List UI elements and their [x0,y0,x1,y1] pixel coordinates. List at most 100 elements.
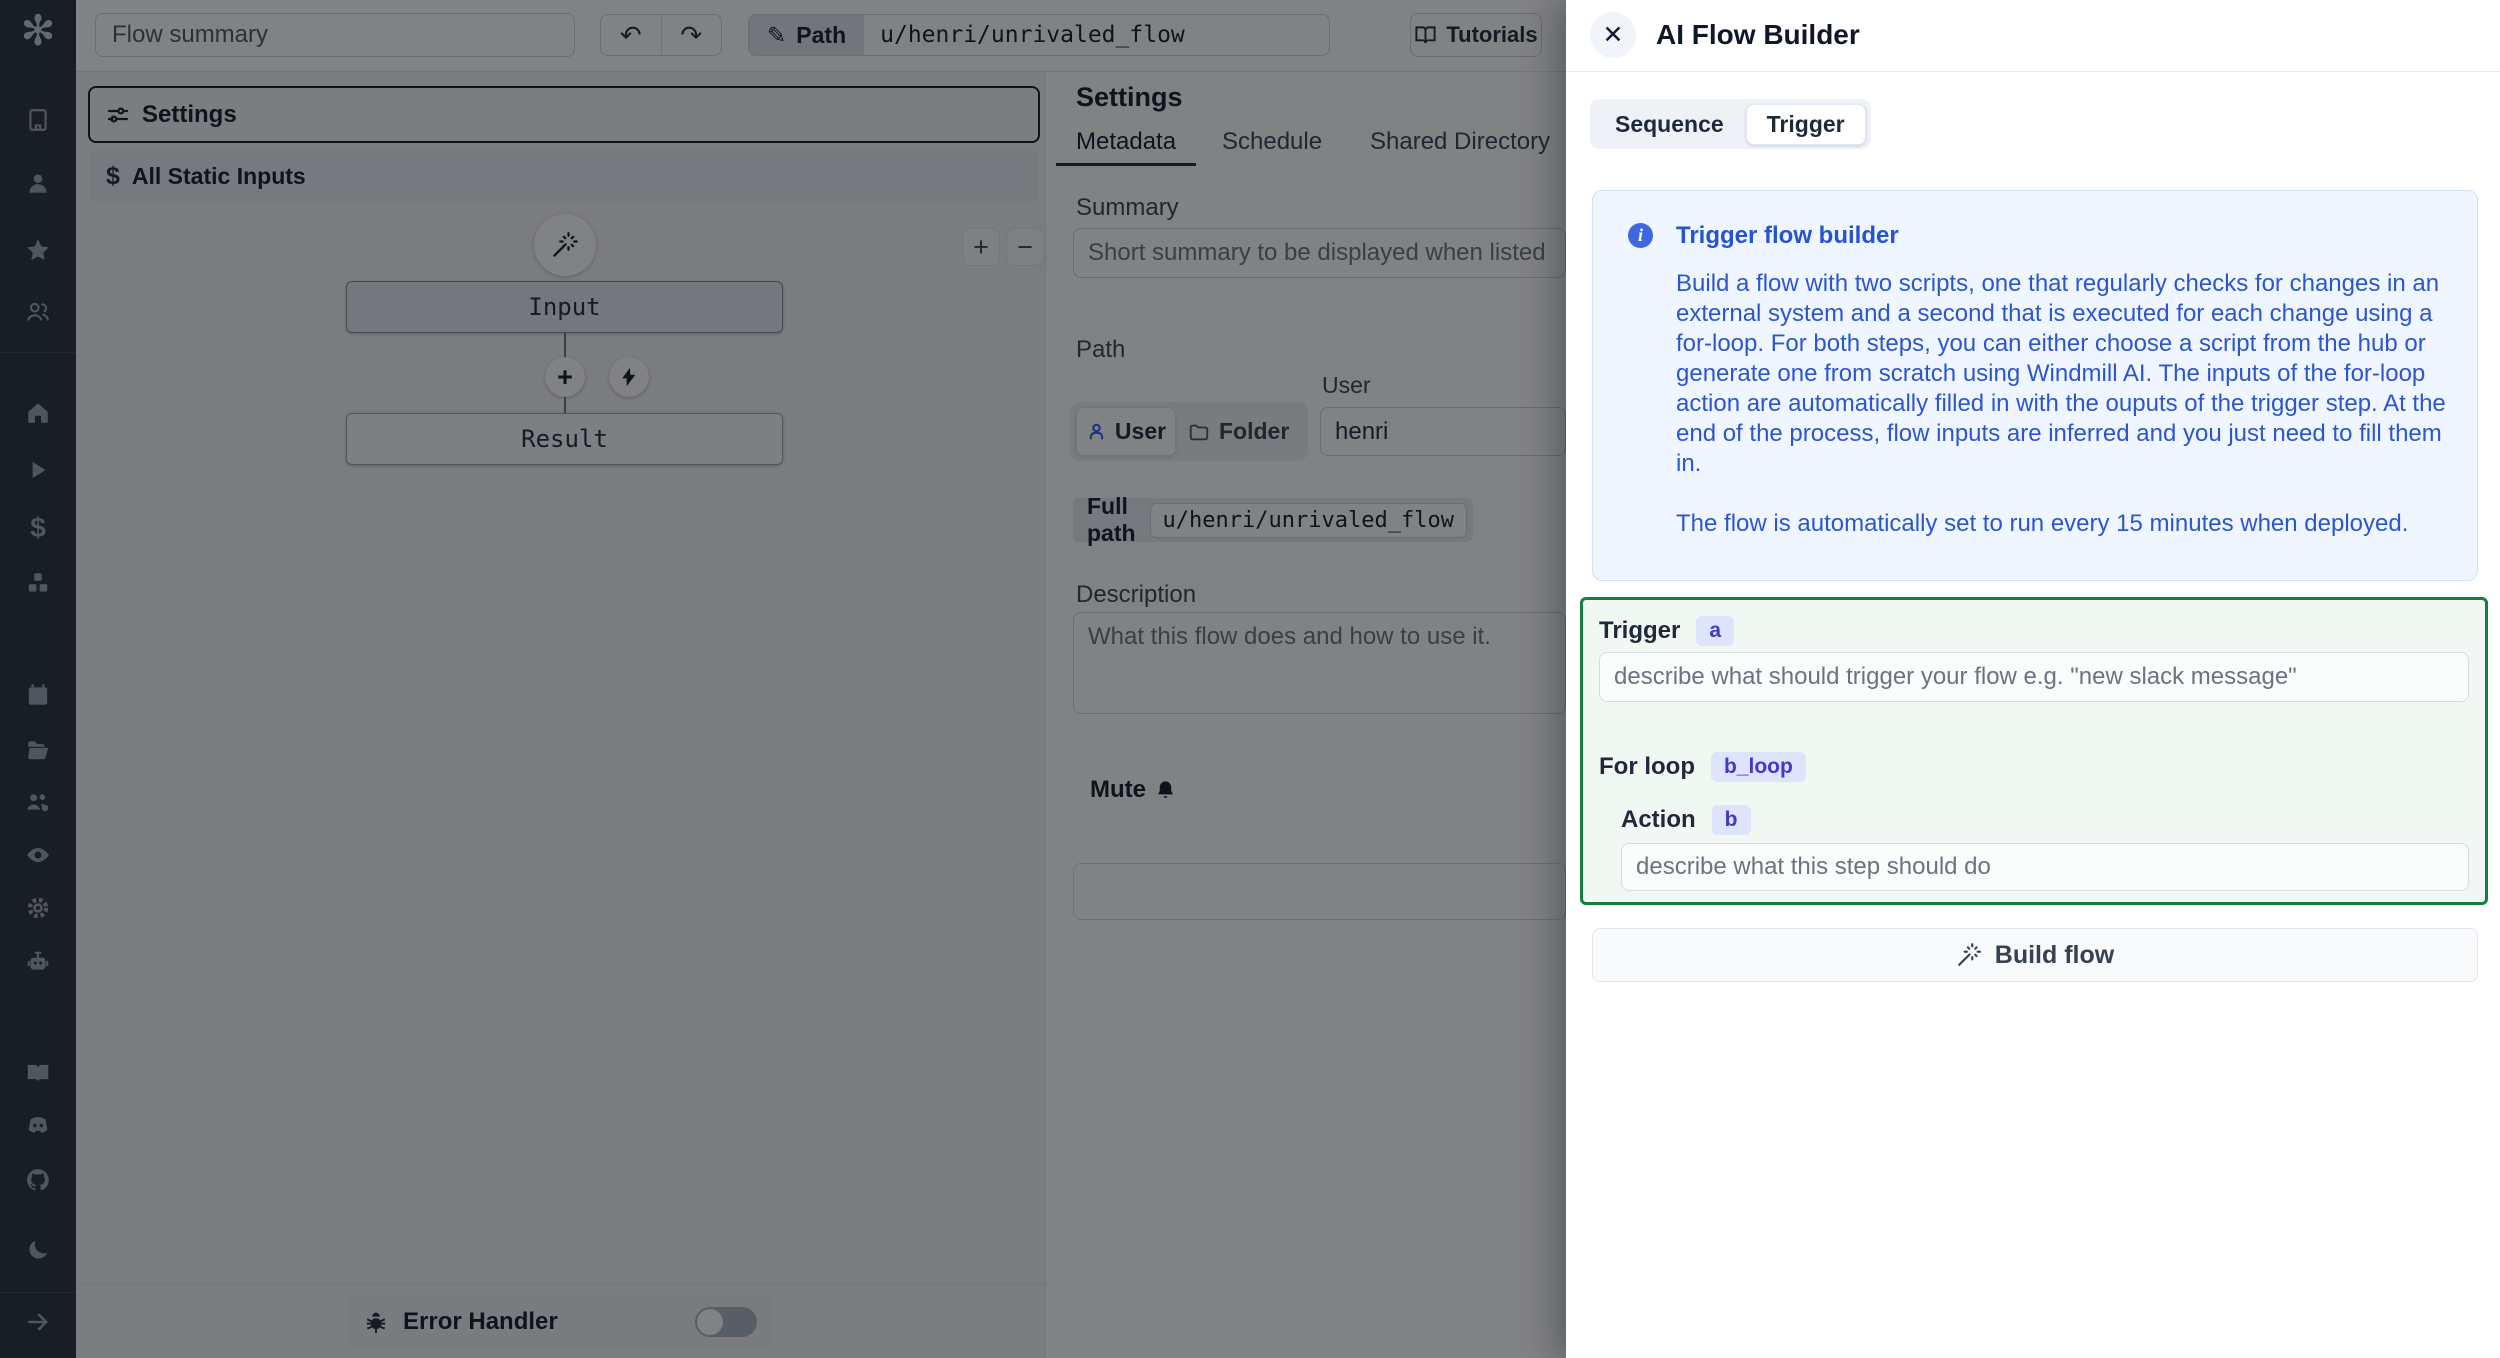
folder-toggle-label: Folder [1219,418,1290,444]
action-step-badge: b [1711,805,1751,835]
dark-mode-moon-icon[interactable] [25,1237,51,1263]
description-textarea[interactable] [1073,612,1566,714]
bug-icon [366,1312,386,1333]
undo-redo-group: ↶ ↷ [600,14,722,56]
ai-panel-title: AI Flow Builder [1656,19,1860,50]
ai-flow-builder-panel: ✕ AI Flow Builder Sequence Trigger i Tri… [1566,0,2500,1358]
resources-boxes-icon[interactable] [25,570,51,596]
discord-icon[interactable] [25,1112,51,1138]
info-body: Build a flow with two scripts, one that … [1676,269,2458,569]
add-step-button[interactable]: + [545,357,585,397]
error-handler-toggle[interactable] [695,1307,757,1337]
forloop-step-label: For loop [1599,753,1695,780]
owner-kind-user-button[interactable]: User [1076,407,1176,456]
settings-step-label: Settings [142,100,237,128]
plus-icon: + [557,361,573,392]
sidebar-divider [0,1292,76,1293]
action-description-input[interactable] [1621,843,2469,891]
flow-summary-input[interactable] [95,13,575,57]
full-path-value: u/henri/unrivaled_flow [1149,502,1467,538]
toggle-knob [697,1309,723,1335]
result-node[interactable]: Result [346,413,783,465]
path-group: ✎ Path u/henri/unrivaled_flow [748,14,1330,56]
description-label: Description [1076,581,1197,608]
owner-kind-folder-button[interactable]: Folder [1188,407,1289,456]
windmill-flow-editor: ✻ $ Flow summary ↶ ↷ ✎ Path u/henri/unri… [0,0,2500,1358]
home-icon[interactable] [25,400,51,426]
summary-input[interactable] [1073,228,1566,278]
tab-sequence[interactable]: Sequence [1595,105,1744,144]
github-icon[interactable] [25,1167,51,1193]
flow-footer-divider [76,1284,1046,1285]
sliders-icon [107,106,129,123]
person-icon [1089,423,1104,440]
flow-settings-step-button[interactable]: Settings [88,86,1040,143]
user-toggle-label: User [1114,418,1167,444]
magic-wand-icon [553,232,578,257]
sidebar: ✻ $ [0,0,76,1358]
input-node[interactable]: Input [346,281,783,333]
collapse-arrow-icon[interactable] [25,1309,51,1335]
edit-path-button[interactable]: ✎ Path [749,15,865,55]
trigger-step-badge: a [1696,616,1735,646]
audit-eye-icon[interactable] [25,842,51,868]
path-section-label: Path [1076,336,1126,363]
docs-book-icon[interactable] [25,1060,51,1086]
trigger-bolt-button[interactable] [609,357,649,397]
workers-users-gear-icon[interactable] [25,789,51,815]
zoom-out-button[interactable]: − [1006,228,1044,266]
info-paragraph-1: Build a flow with two scripts, one that … [1676,270,2446,477]
workspace-icon[interactable] [25,107,51,133]
trigger-description-input[interactable] [1599,652,2469,702]
panel-divider [1566,71,2500,72]
close-icon[interactable]: ✕ [1590,12,1636,58]
mute-label: Mute [1090,776,1146,803]
owner-input[interactable] [1320,407,1566,456]
trigger-info-box: i Trigger flow builder Build a flow with… [1592,190,2478,581]
bell-icon [1158,780,1173,798]
tab-trigger[interactable]: Trigger [1745,103,1866,145]
tutorials-label: Tutorials [1446,22,1538,47]
magic-wand-icon [1957,943,1981,966]
variables-dollar-icon[interactable]: $ [25,512,51,543]
info-title: Trigger flow builder [1676,222,1899,249]
pencil-icon: ✎ [767,21,787,48]
zoom-in-button[interactable]: + [962,228,1000,266]
build-flow-label: Build flow [1994,940,2115,969]
book-icon [1415,25,1436,43]
extra-settings-input[interactable] [1073,863,1566,920]
lightning-icon [622,367,636,387]
folders-icon[interactable] [25,737,51,763]
error-handler-label: Error Handler [403,1308,558,1335]
windmill-logo-icon[interactable]: ✻ [0,10,76,52]
path-chip-label: Path [796,21,847,48]
settings-panel-title: Settings [1076,82,1183,112]
path-value: u/henri/unrivaled_flow [880,22,1185,48]
build-flow-button[interactable]: Build flow [1592,928,2478,982]
schedules-calendar-icon[interactable] [25,682,51,708]
undo-icon[interactable]: ↶ [601,15,661,55]
error-handler-row: Error Handler [347,1295,773,1349]
folder-icon [1189,424,1209,440]
settings-gear-icon[interactable] [25,895,51,921]
full-path-label: Full path [1087,493,1136,546]
groups-icon[interactable] [25,299,51,325]
ai-robot-icon[interactable] [25,949,51,975]
tutorials-button[interactable]: Tutorials [1410,13,1542,57]
info-icon: i [1628,223,1653,248]
dollar-icon: $ [106,161,120,190]
favorites-star-icon[interactable] [25,237,51,263]
redo-icon[interactable]: ↷ [660,15,722,55]
mute-row[interactable]: Mute [1090,776,1177,804]
full-path-row: Full path u/henri/unrivaled_flow [1073,493,1473,546]
forloop-step-badge: b_loop [1710,752,1806,782]
tab-metadata[interactable]: Metadata [1076,128,1176,156]
all-static-inputs-label: All Static Inputs [131,162,306,189]
tab-shared-directory[interactable]: Shared Directory [1370,128,1550,156]
tab-schedule[interactable]: Schedule [1222,128,1322,156]
ai-wand-button[interactable] [534,214,596,276]
all-static-inputs-button[interactable]: $ All Static Inputs [90,151,1038,201]
user-icon[interactable] [25,170,51,196]
runs-play-icon[interactable] [25,457,51,483]
user-field-label: User [1322,372,1371,398]
